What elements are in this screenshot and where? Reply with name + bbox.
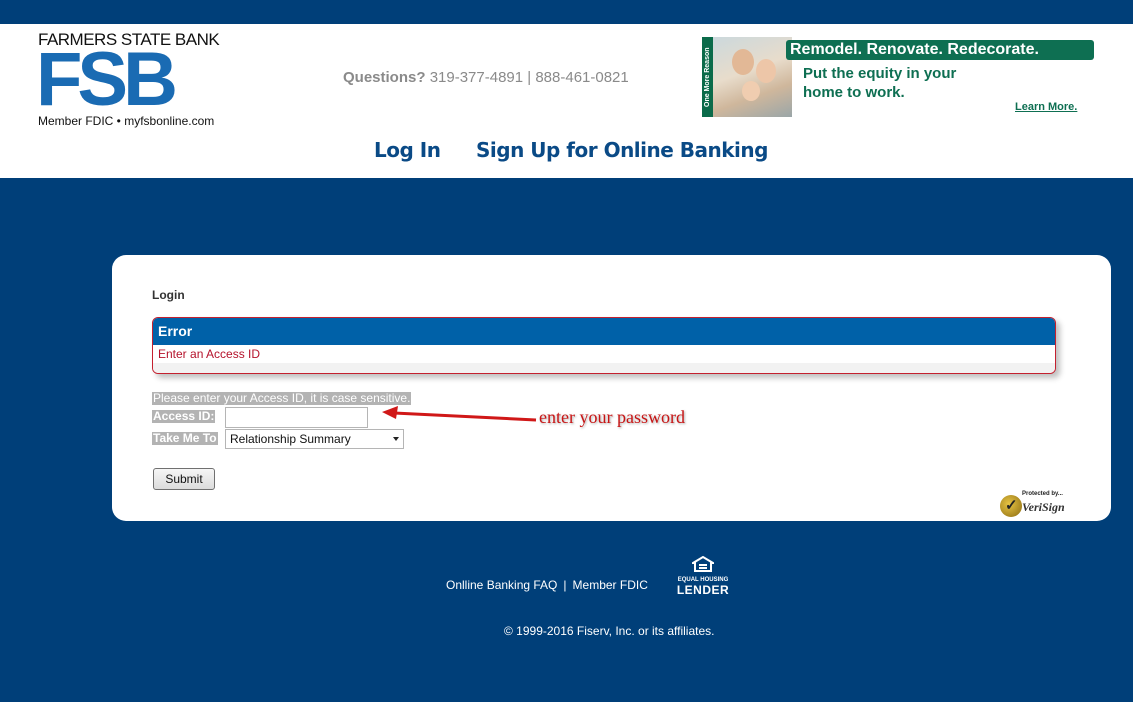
ad-side-text: One More Reason <box>702 37 713 117</box>
learn-more-link[interactable]: Learn More. <box>1015 101 1077 113</box>
take-me-to-label: Take Me To <box>152 431 218 445</box>
nav-log-in[interactable]: Log In <box>374 138 441 162</box>
annotation-text: enter your password <box>539 407 685 427</box>
footer-separator: | <box>563 578 567 592</box>
chevron-down-icon <box>393 437 399 441</box>
questions-label: Questions? <box>343 69 426 86</box>
error-message: Enter an Access ID <box>153 345 1055 363</box>
copyright: © 1999-2016 Fiserv, Inc. or its affiliat… <box>504 624 715 638</box>
home-equity-ad[interactable]: One More Reason Remodel. Renovate. Redec… <box>702 37 1096 117</box>
verisign-name: VeriSign <box>1022 500 1065 514</box>
ehl-bottom-text: LENDER <box>676 583 730 597</box>
header: FARMERS STATE BANK FSB Member FDIC • myf… <box>0 24 1133 178</box>
access-id-input[interactable] <box>225 407 368 428</box>
annotation-arrow-icon <box>382 406 537 422</box>
house-icon <box>689 555 717 572</box>
nav-sign-up-online-banking[interactable]: Sign Up for Online Banking <box>476 138 768 162</box>
family-photo: One More Reason <box>702 37 792 117</box>
take-me-to-selected: Relationship Summary <box>230 432 351 446</box>
footer-links: Onlline Banking FAQ | Member FDIC <box>446 578 648 592</box>
verisign-protected-by: Protected by... <box>1022 491 1063 497</box>
error-title: Error <box>153 318 1055 345</box>
bank-logo[interactable]: FARMERS STATE BANK FSB Member FDIC • myf… <box>36 30 228 130</box>
ad-headline: Remodel. Renovate. Redecorate. <box>786 40 1094 60</box>
access-id-instructions: Please enter your Access ID, it is case … <box>152 391 412 405</box>
phone-numbers: 319-377-4891 | 888-461-0821 <box>429 69 629 86</box>
submit-button[interactable]: Submit <box>153 468 215 490</box>
verisign-seal[interactable]: Protected by... VeriSign <box>1000 491 1072 521</box>
member-fdic-link[interactable]: Member FDIC <box>573 578 648 592</box>
verisign-check-icon <box>1000 495 1022 517</box>
login-panel: Login Error Enter an Access ID Please en… <box>112 255 1111 521</box>
login-heading: Login <box>152 288 185 302</box>
photo-person <box>756 59 776 83</box>
error-box: Error Enter an Access ID <box>152 317 1056 374</box>
top-bar <box>0 0 1133 24</box>
ad-subtext: Put the equity in your home to work. <box>803 64 956 102</box>
logo-mark: FSB <box>36 37 178 122</box>
contact-phones: Questions? 319-377-4891 | 888-461-0821 <box>343 69 629 86</box>
photo-person <box>742 81 760 101</box>
online-banking-faq-link[interactable]: Onlline Banking FAQ <box>446 578 557 592</box>
access-id-label: Access ID: <box>152 409 216 423</box>
member-fdic-line: Member FDIC • myfsbonline.com <box>38 114 215 128</box>
ad-subtext-line1: Put the equity in your <box>803 65 957 82</box>
ad-subtext-line2: home to work. <box>803 84 905 101</box>
take-me-to-select[interactable]: Relationship Summary <box>225 429 404 449</box>
error-box-footer <box>153 363 1055 373</box>
photo-person <box>732 49 754 75</box>
equal-housing-lender-logo: EQUAL HOUSING LENDER <box>675 555 731 597</box>
